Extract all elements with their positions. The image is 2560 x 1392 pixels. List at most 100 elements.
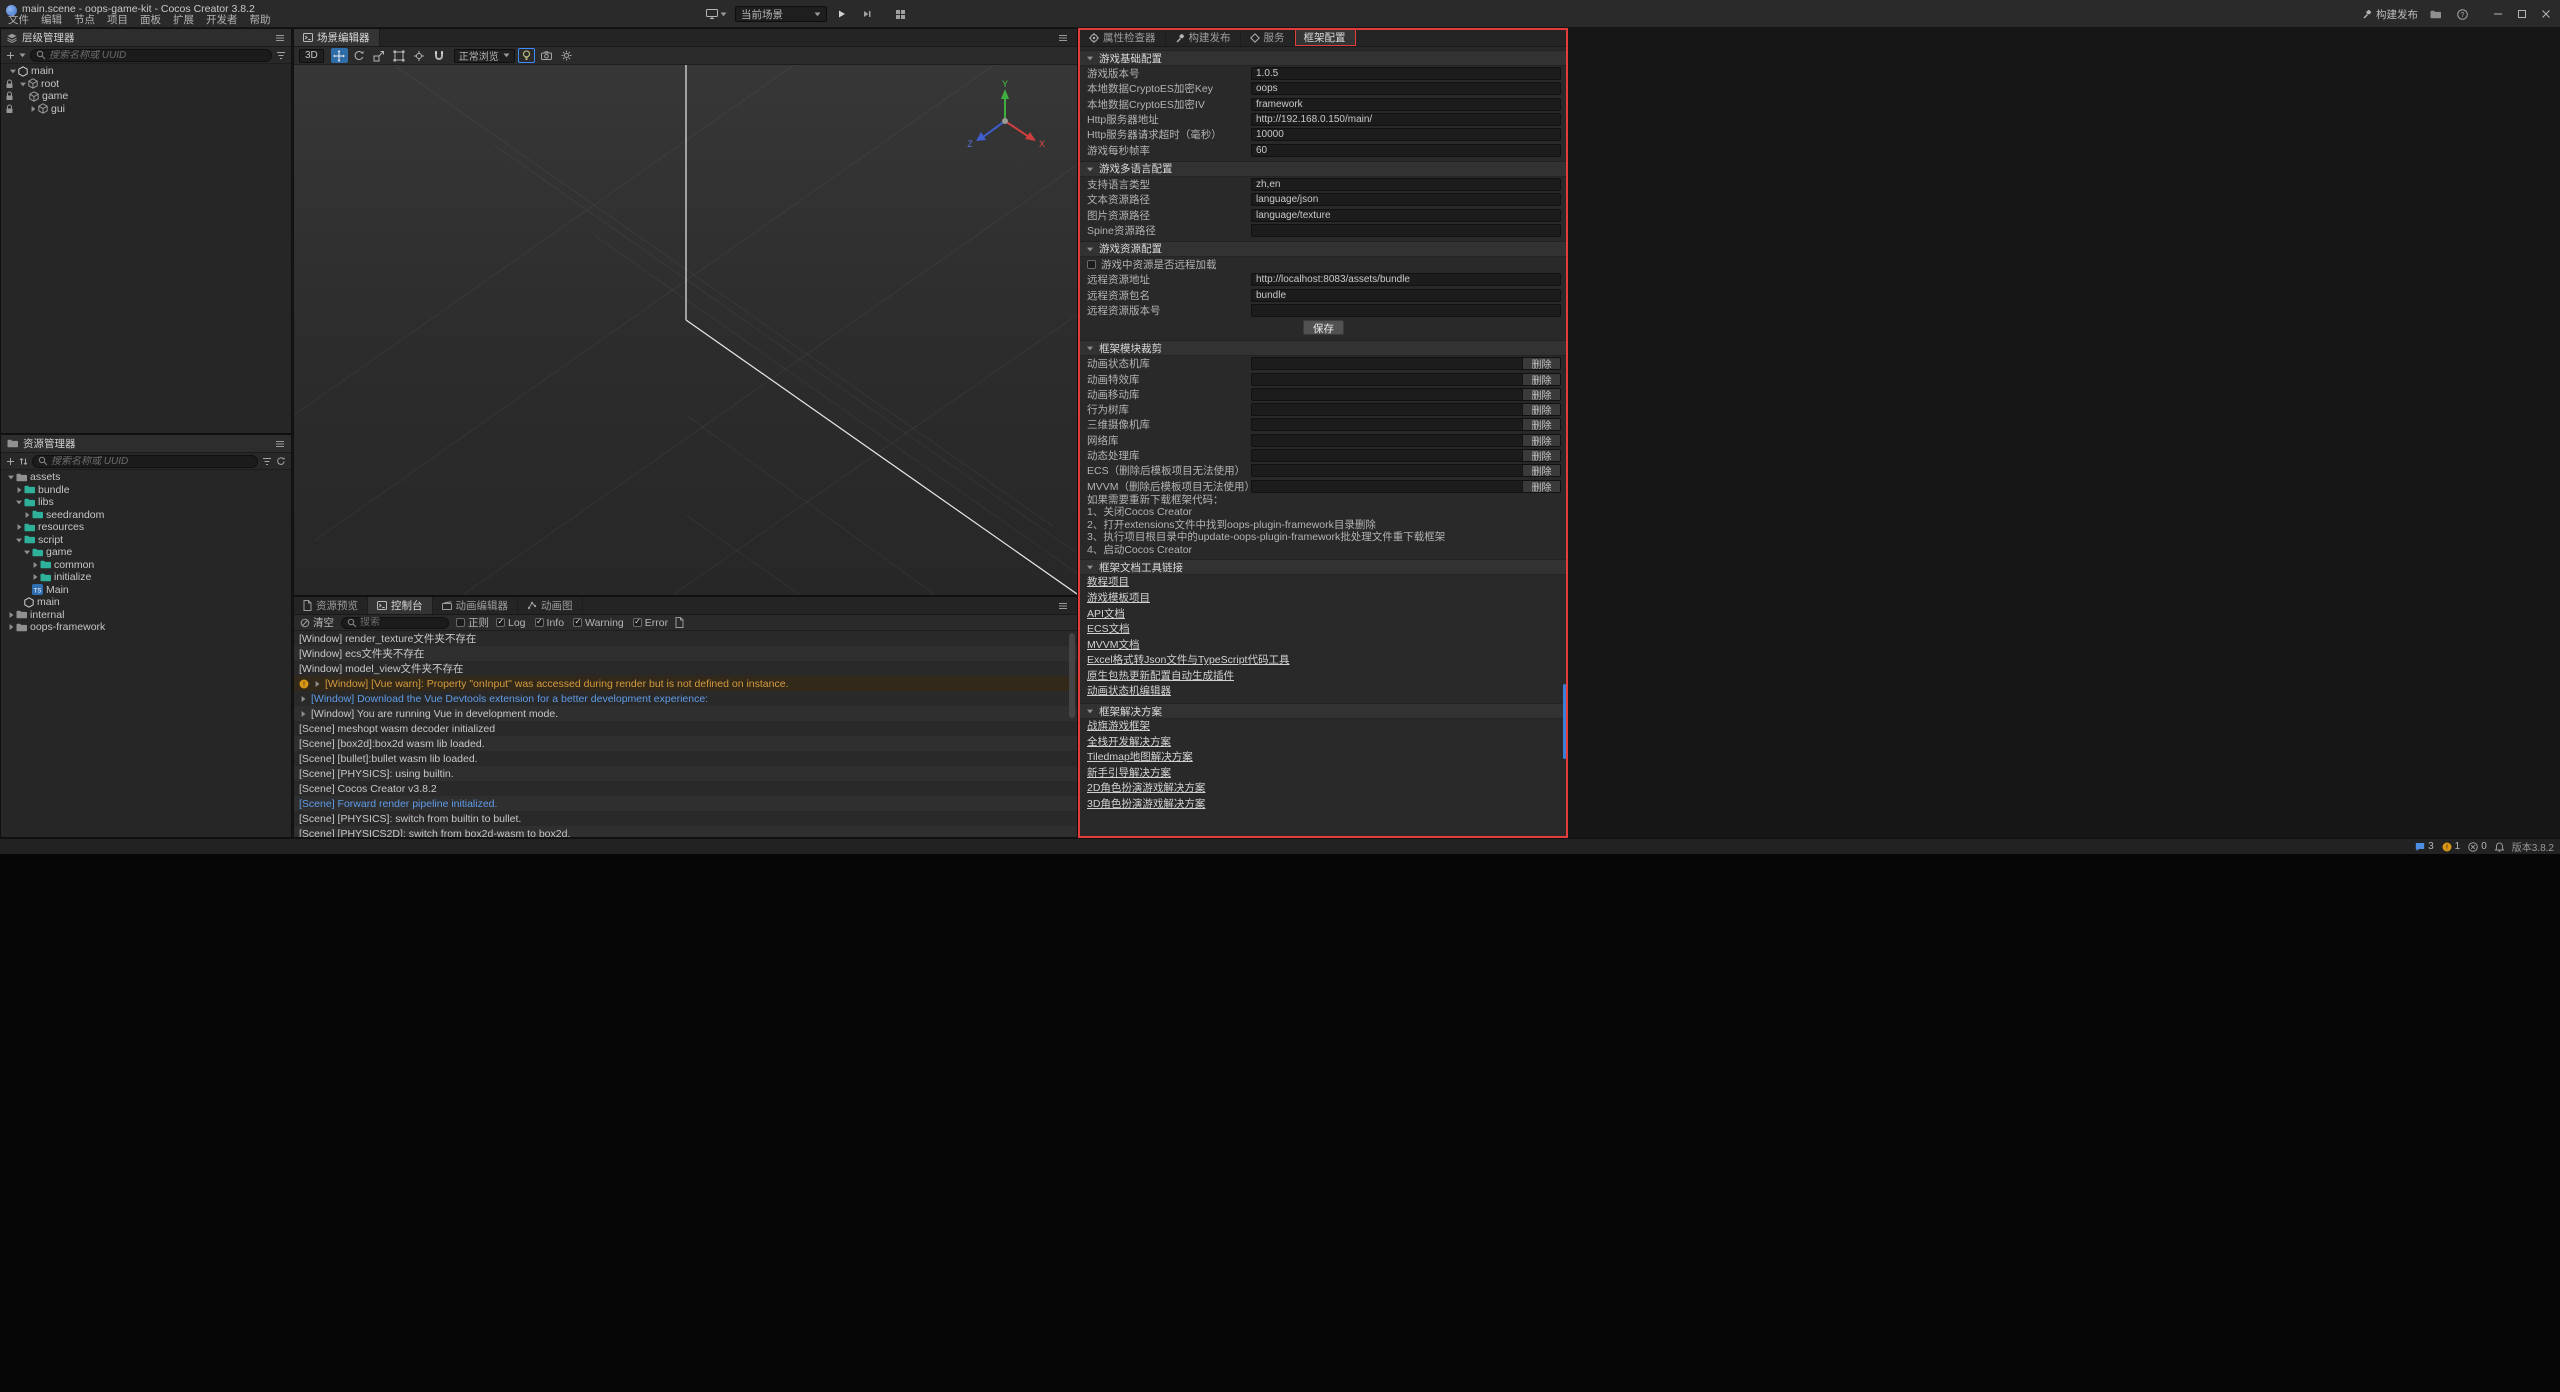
add-asset-button[interactable] bbox=[6, 457, 15, 466]
field-input[interactable] bbox=[1251, 128, 1561, 141]
log-row[interactable]: [Scene] [bullet]:bullet wasm lib loaded. bbox=[294, 751, 1077, 766]
field-input[interactable] bbox=[1251, 289, 1561, 302]
log-row[interactable]: [Scene] [box2d]:box2d wasm lib loaded. bbox=[294, 736, 1077, 751]
hierarchy-search-input[interactable] bbox=[49, 50, 266, 61]
save-button[interactable]: 保存 bbox=[1303, 320, 1344, 335]
console-search-input[interactable] bbox=[360, 617, 443, 628]
menu-item[interactable]: 项目 bbox=[101, 14, 134, 27]
field-input[interactable] bbox=[1251, 178, 1561, 191]
delete-button[interactable]: 删除 bbox=[1522, 404, 1560, 415]
section-header[interactable]: 框架解决方案 bbox=[1080, 703, 1567, 719]
assets-search-input[interactable] bbox=[51, 456, 252, 467]
log-row[interactable]: ![Window] [Vue warn]: Property "onInput"… bbox=[294, 676, 1077, 691]
tree-row[interactable]: seedrandom bbox=[1, 509, 291, 522]
field-input[interactable] bbox=[1251, 273, 1561, 286]
log-row[interactable]: [Scene] meshopt wasm decoder initialized bbox=[294, 721, 1077, 736]
section-header[interactable]: 框架模块裁剪 bbox=[1080, 340, 1567, 356]
tab-asset-preview[interactable]: 资源预览 bbox=[294, 597, 368, 614]
menu-item[interactable]: 面板 bbox=[134, 14, 167, 27]
field-input[interactable] bbox=[1251, 193, 1561, 206]
section-header[interactable]: 游戏基础配置 bbox=[1080, 50, 1567, 66]
doc-link[interactable]: 2D角色扮演游戏解决方案 bbox=[1080, 781, 1567, 797]
tab-services[interactable]: 服务 bbox=[1241, 29, 1295, 46]
warning-count[interactable]: !1 bbox=[2442, 841, 2461, 852]
scene-camera-button[interactable] bbox=[538, 48, 555, 63]
filter-warning[interactable]: Warning bbox=[573, 617, 624, 629]
tree-row[interactable]: assets bbox=[1, 471, 291, 484]
tab-framework-config[interactable]: 框架配置 bbox=[1295, 29, 1356, 46]
inspector-scrollbar[interactable] bbox=[1563, 684, 1566, 759]
clear-console-button[interactable]: 清空 bbox=[300, 615, 334, 630]
log-row[interactable]: [Scene] [PHYSICS]: using builtin. bbox=[294, 766, 1077, 781]
sort-icon[interactable] bbox=[19, 457, 28, 466]
delete-button[interactable]: 删除 bbox=[1522, 435, 1560, 446]
scale-tool-button[interactable] bbox=[371, 48, 388, 63]
panel-menu-icon[interactable] bbox=[1049, 597, 1077, 614]
tab-property-inspector[interactable]: 属性检查器 bbox=[1080, 29, 1166, 46]
log-row[interactable]: [Window] ecs文件夹不存在 bbox=[294, 646, 1077, 661]
message-count[interactable]: 3 bbox=[2415, 841, 2434, 852]
doc-link[interactable]: 新手引导解决方案 bbox=[1080, 766, 1567, 782]
log-row[interactable]: [Window] model_view文件夹不存在 bbox=[294, 661, 1077, 676]
doc-link[interactable]: 3D角色扮演游戏解决方案 bbox=[1080, 797, 1567, 813]
rect-tool-button[interactable] bbox=[391, 48, 408, 63]
field-input[interactable] bbox=[1251, 113, 1561, 126]
delete-button[interactable]: 删除 bbox=[1522, 481, 1560, 492]
field-input[interactable] bbox=[1251, 224, 1561, 237]
panel-menu-icon[interactable] bbox=[275, 34, 285, 42]
pivot-tool-button[interactable] bbox=[411, 48, 428, 63]
add-node-button[interactable] bbox=[6, 51, 15, 60]
doc-link[interactable]: 动画状态机编辑器 bbox=[1080, 684, 1567, 700]
tree-row[interactable]: gui bbox=[1, 103, 291, 116]
delete-button[interactable]: 删除 bbox=[1522, 465, 1560, 476]
tree-row[interactable]: main bbox=[1, 65, 291, 78]
doc-link[interactable]: 全栈开发解决方案 bbox=[1080, 735, 1567, 751]
tab-animation-graph[interactable]: 动画图 bbox=[518, 597, 583, 614]
regex-toggle[interactable]: 正则 bbox=[456, 615, 489, 630]
doc-link[interactable]: Tiledmap地图解决方案 bbox=[1080, 750, 1567, 766]
tree-row[interactable]: internal bbox=[1, 609, 291, 622]
log-row[interactable]: [Window] render_texture文件夹不存在 bbox=[294, 631, 1077, 646]
menu-item[interactable]: 开发者 bbox=[200, 14, 244, 27]
panel-menu-icon[interactable] bbox=[275, 440, 285, 448]
section-header[interactable]: 游戏多语言配置 bbox=[1080, 161, 1567, 177]
menu-item[interactable]: 扩展 bbox=[167, 14, 200, 27]
tree-row[interactable]: resources bbox=[1, 521, 291, 534]
field-input[interactable] bbox=[1251, 67, 1561, 80]
log-row[interactable]: [Scene] [PHYSICS2D]: switch from box2d-w… bbox=[294, 826, 1077, 837]
tree-row[interactable]: libs bbox=[1, 496, 291, 509]
menu-item[interactable]: 文件 bbox=[2, 14, 35, 27]
tree-row[interactable]: bundle bbox=[1, 484, 291, 497]
scene-viewport[interactable]: Y X Z bbox=[294, 65, 1077, 595]
log-row[interactable]: [Window] Download the Vue Devtools exten… bbox=[294, 691, 1077, 706]
field-input[interactable] bbox=[1251, 304, 1561, 317]
doc-link[interactable]: API文档 bbox=[1080, 607, 1567, 623]
filter-log[interactable]: Log bbox=[496, 617, 526, 629]
tree-row[interactable]: script bbox=[1, 534, 291, 547]
delete-button[interactable]: 删除 bbox=[1522, 358, 1560, 369]
tab-console[interactable]: 控制台 bbox=[368, 597, 433, 614]
log-row[interactable]: [Window] You are running Vue in developm… bbox=[294, 706, 1077, 721]
log-row[interactable]: [Scene] Forward render pipeline initiali… bbox=[294, 796, 1077, 811]
section-header[interactable]: 游戏资源配置 bbox=[1080, 241, 1567, 257]
delete-button[interactable]: 删除 bbox=[1522, 419, 1560, 430]
maximize-button[interactable] bbox=[2513, 5, 2530, 23]
delete-button[interactable]: 删除 bbox=[1522, 389, 1560, 400]
tree-row[interactable]: root bbox=[1, 78, 291, 91]
delete-button[interactable]: 删除 bbox=[1522, 450, 1560, 461]
field-input[interactable] bbox=[1251, 209, 1561, 222]
help-button[interactable]: ? bbox=[2452, 5, 2472, 23]
scene-light-toggle[interactable] bbox=[518, 48, 535, 63]
tree-row[interactable]: oops-framework bbox=[1, 621, 291, 634]
tree-row[interactable]: initialize bbox=[1, 571, 291, 584]
preview-target-button[interactable] bbox=[703, 5, 730, 23]
menu-item[interactable]: 帮助 bbox=[244, 14, 277, 27]
doc-link[interactable]: Excel格式转Json文件与TypeScript代码工具 bbox=[1080, 653, 1567, 669]
minimize-button[interactable] bbox=[2489, 5, 2506, 23]
menu-item[interactable]: 编辑 bbox=[35, 14, 68, 27]
field-input[interactable] bbox=[1251, 144, 1561, 157]
build-publish-button[interactable]: 构建发布 bbox=[2362, 7, 2418, 22]
error-count[interactable]: 0 bbox=[2468, 841, 2487, 852]
tab-build-publish[interactable]: 构建发布 bbox=[1166, 29, 1241, 46]
tree-row[interactable]: game bbox=[1, 90, 291, 103]
